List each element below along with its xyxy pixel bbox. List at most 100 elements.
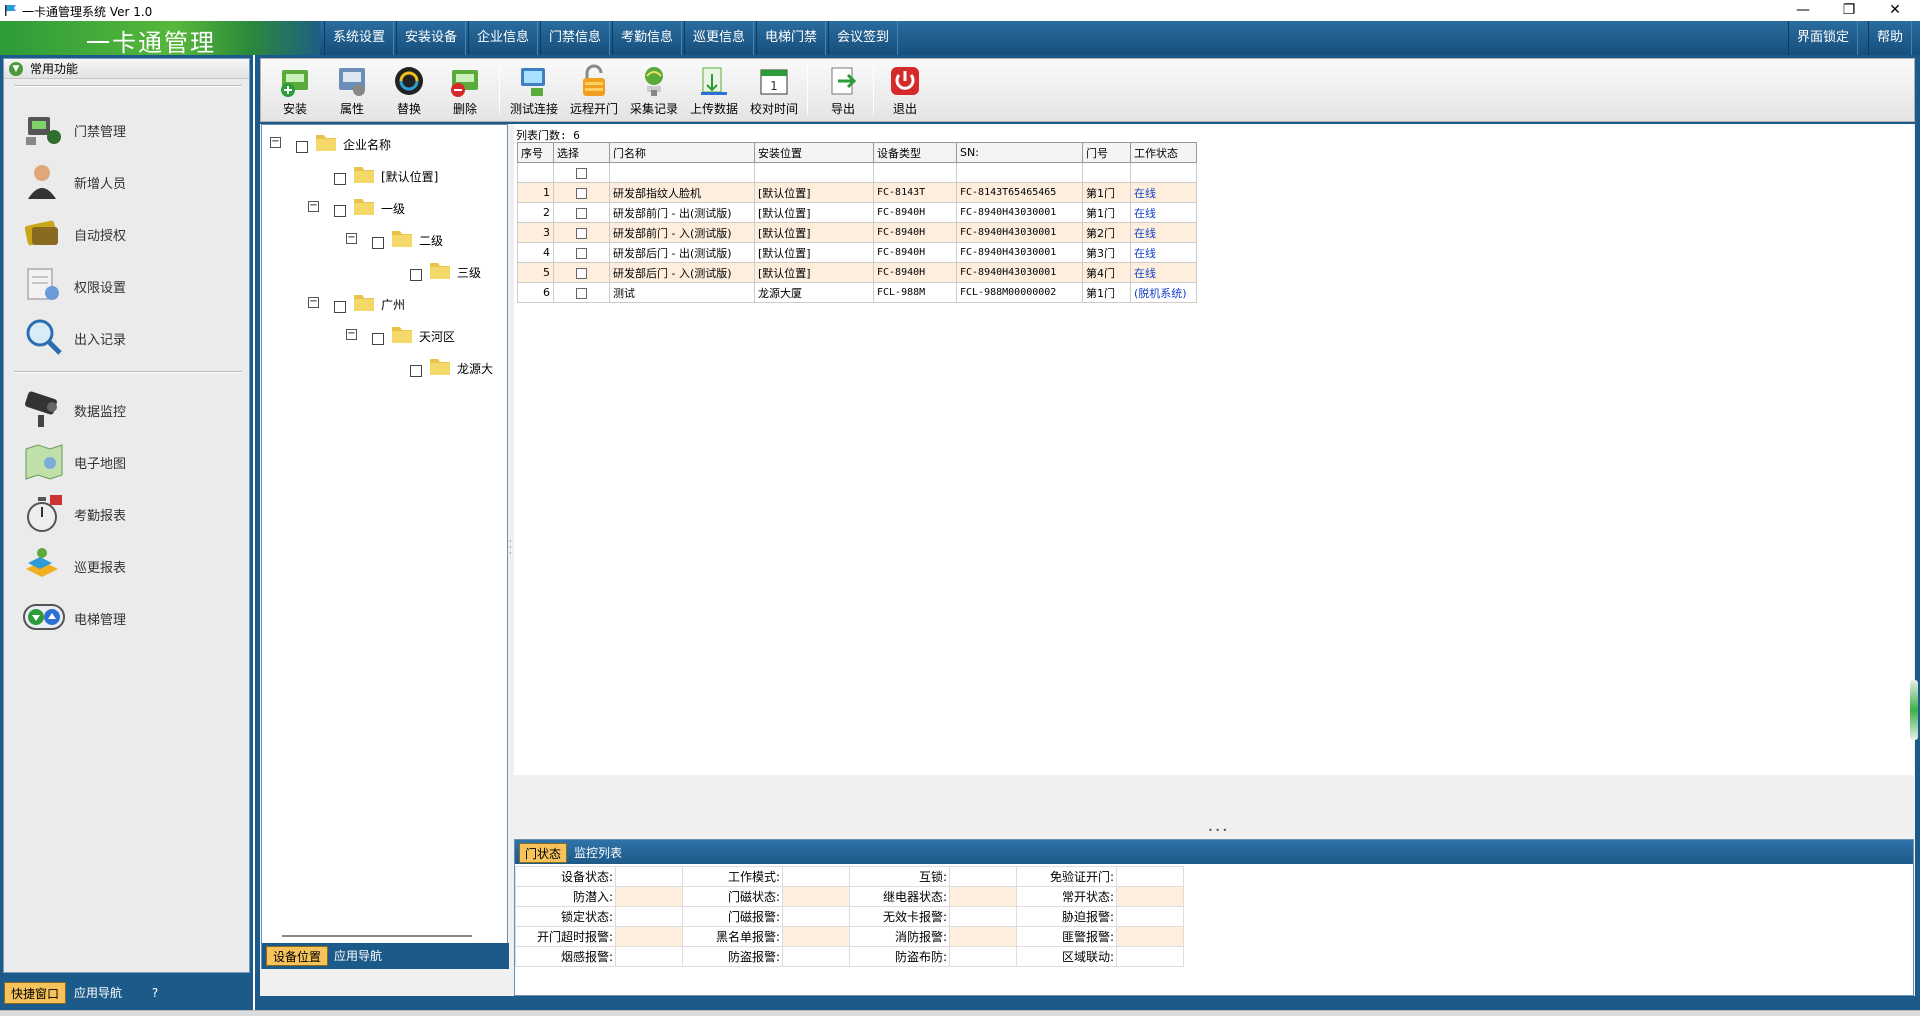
tab-app-nav[interactable]: 应用导航: [328, 946, 388, 966]
tree-checkbox[interactable]: [334, 205, 346, 217]
work-status[interactable]: 在线: [1130, 182, 1197, 203]
work-status[interactable]: (脱机系统): [1130, 282, 1197, 303]
filter-cell[interactable]: [956, 162, 1083, 183]
tree-node-tianhe[interactable]: − 天河区: [346, 323, 506, 347]
collapse-icon[interactable]: −: [346, 233, 357, 244]
restore-button[interactable]: ❐: [1826, 0, 1872, 21]
filter-cell[interactable]: [1082, 162, 1131, 183]
collapse-chevron-icon[interactable]: ▼: [9, 62, 23, 76]
filter-cell[interactable]: [1130, 162, 1197, 183]
menu-meeting-signin[interactable]: 会议签到: [828, 21, 899, 55]
filter-cell[interactable]: [754, 162, 874, 183]
quick-item-e-map[interactable]: 电子地图: [22, 439, 242, 483]
tab-monitor-list[interactable]: 监控列表: [569, 843, 627, 863]
tree-checkbox[interactable]: [372, 333, 384, 345]
vertical-splitter[interactable]: · · ·: [509, 538, 513, 559]
row-checkbox[interactable]: [576, 207, 587, 219]
exit-button[interactable]: 退出: [875, 62, 935, 120]
row-checkbox[interactable]: [576, 247, 587, 259]
vertical-scrollbar[interactable]: [1910, 680, 1918, 740]
tree-checkbox[interactable]: [372, 237, 384, 249]
properties-button[interactable]: 属性: [322, 62, 382, 120]
row-select[interactable]: [553, 222, 610, 243]
remote-open-button[interactable]: 远程开门: [564, 62, 624, 120]
row-select[interactable]: [553, 282, 610, 303]
column-header[interactable]: 安装位置: [754, 142, 874, 163]
table-row[interactable]: 5 研发部后门 - 入(测试版) [默认位置] FC-8940H FC-8940…: [517, 262, 1197, 283]
tree-checkbox[interactable]: [334, 301, 346, 313]
quick-pane-header[interactable]: ▼ 常用功能: [4, 59, 249, 79]
menu-system-settings[interactable]: 系统设置: [324, 21, 395, 55]
column-header[interactable]: 设备类型: [873, 142, 957, 163]
menu-access-info[interactable]: 门禁信息: [540, 21, 611, 55]
row-select[interactable]: [553, 182, 610, 203]
tree-checkbox[interactable]: [334, 173, 346, 185]
install-button[interactable]: 安装: [265, 62, 325, 120]
quick-item-add-person[interactable]: 新增人员: [22, 159, 242, 203]
column-header[interactable]: 门名称: [609, 142, 755, 163]
tab-quick-window[interactable]: 快捷窗口: [4, 982, 67, 1004]
quick-item-data-monitor[interactable]: 数据监控: [22, 387, 242, 431]
export-button[interactable]: 导出: [813, 62, 873, 120]
tree-checkbox[interactable]: [296, 141, 308, 153]
horizontal-scrollbar[interactable]: [282, 935, 472, 937]
menu-elevator-access[interactable]: 电梯门禁: [756, 21, 827, 55]
table-row[interactable]: 2 研发部前门 - 出(测试版) [默认位置] FC-8940H FC-8940…: [517, 202, 1197, 223]
tree-node-default-location[interactable]: [默认位置]: [308, 163, 498, 187]
delete-button[interactable]: 删除: [435, 62, 495, 120]
table-row[interactable]: 3 研发部前门 - 入(测试版) [默认位置] FC-8940H FC-8940…: [517, 222, 1197, 243]
row-checkbox[interactable]: [576, 227, 587, 239]
column-header[interactable]: 选择: [553, 142, 610, 163]
tree-node-root[interactable]: − 企业名称: [270, 131, 500, 155]
collapse-icon[interactable]: −: [308, 297, 319, 308]
column-header[interactable]: 序号: [517, 142, 554, 163]
work-status[interactable]: 在线: [1130, 202, 1197, 223]
menu-help[interactable]: 帮助: [1868, 21, 1913, 55]
tab-app-nav[interactable]: 应用导航: [68, 982, 128, 1004]
collapse-icon[interactable]: −: [308, 201, 319, 212]
tree-node-guangzhou[interactable]: − 广州: [308, 291, 498, 315]
row-checkbox[interactable]: [576, 267, 587, 279]
row-select[interactable]: [553, 242, 610, 263]
close-button[interactable]: ✕: [1872, 0, 1918, 21]
menu-attendance-info[interactable]: 考勤信息: [612, 21, 683, 55]
menu-patrol-info[interactable]: 巡更信息: [684, 21, 755, 55]
row-checkbox[interactable]: [576, 187, 587, 199]
select-all-cell[interactable]: [553, 162, 610, 183]
test-connection-button[interactable]: 测试连接: [504, 62, 564, 120]
row-checkbox[interactable]: [576, 287, 587, 299]
menu-install-device[interactable]: 安装设备: [396, 21, 467, 55]
filter-cell[interactable]: [873, 162, 957, 183]
tree-checkbox[interactable]: [410, 269, 422, 281]
row-select[interactable]: [553, 262, 610, 283]
collapse-icon[interactable]: −: [346, 329, 357, 340]
quick-item-attendance-report[interactable]: 考勤报表: [22, 491, 242, 535]
quick-item-access-control[interactable]: 门禁管理: [22, 107, 242, 151]
column-header[interactable]: 门号: [1082, 142, 1131, 163]
column-header[interactable]: SN:: [956, 142, 1083, 163]
tree-node-level1[interactable]: − 一级: [308, 195, 498, 219]
work-status[interactable]: 在线: [1130, 242, 1197, 263]
work-status[interactable]: 在线: [1130, 222, 1197, 243]
upload-data-button[interactable]: 上传数据: [684, 62, 744, 120]
tab-device-location[interactable]: 设备位置: [266, 946, 329, 966]
quick-item-patrol-report[interactable]: 巡更报表: [22, 543, 242, 587]
table-row[interactable]: 1 研发部指纹人脸机 [默认位置] FC-8143T FC-8143T65465…: [517, 182, 1197, 203]
help-icon[interactable]: ?: [140, 982, 170, 1004]
horizontal-splitter[interactable]: • • •: [1208, 826, 1227, 835]
work-status[interactable]: 在线: [1130, 262, 1197, 283]
table-row[interactable]: 4 研发部后门 - 出(测试版) [默认位置] FC-8940H FC-8940…: [517, 242, 1197, 263]
quick-item-elevator[interactable]: 电梯管理: [22, 595, 242, 639]
collect-records-button[interactable]: 采集记录: [624, 62, 684, 120]
table-row[interactable]: 6 测试 龙源大厦 FCL-988M FCL-988M00000002 第1门 …: [517, 282, 1197, 303]
tree-node-level2[interactable]: − 二级: [346, 227, 506, 251]
menu-company-info[interactable]: 企业信息: [468, 21, 539, 55]
column-header[interactable]: 工作状态: [1130, 142, 1197, 163]
replace-button[interactable]: 替换: [379, 62, 439, 120]
tab-door-status[interactable]: 门状态: [519, 843, 568, 863]
collapse-icon[interactable]: −: [270, 137, 281, 148]
filter-cell[interactable]: [609, 162, 755, 183]
quick-item-permissions[interactable]: 权限设置: [22, 263, 242, 307]
tree-node-longyuan[interactable]: 龙源大: [384, 355, 508, 379]
menu-lock-ui[interactable]: 界面锁定: [1788, 21, 1859, 55]
